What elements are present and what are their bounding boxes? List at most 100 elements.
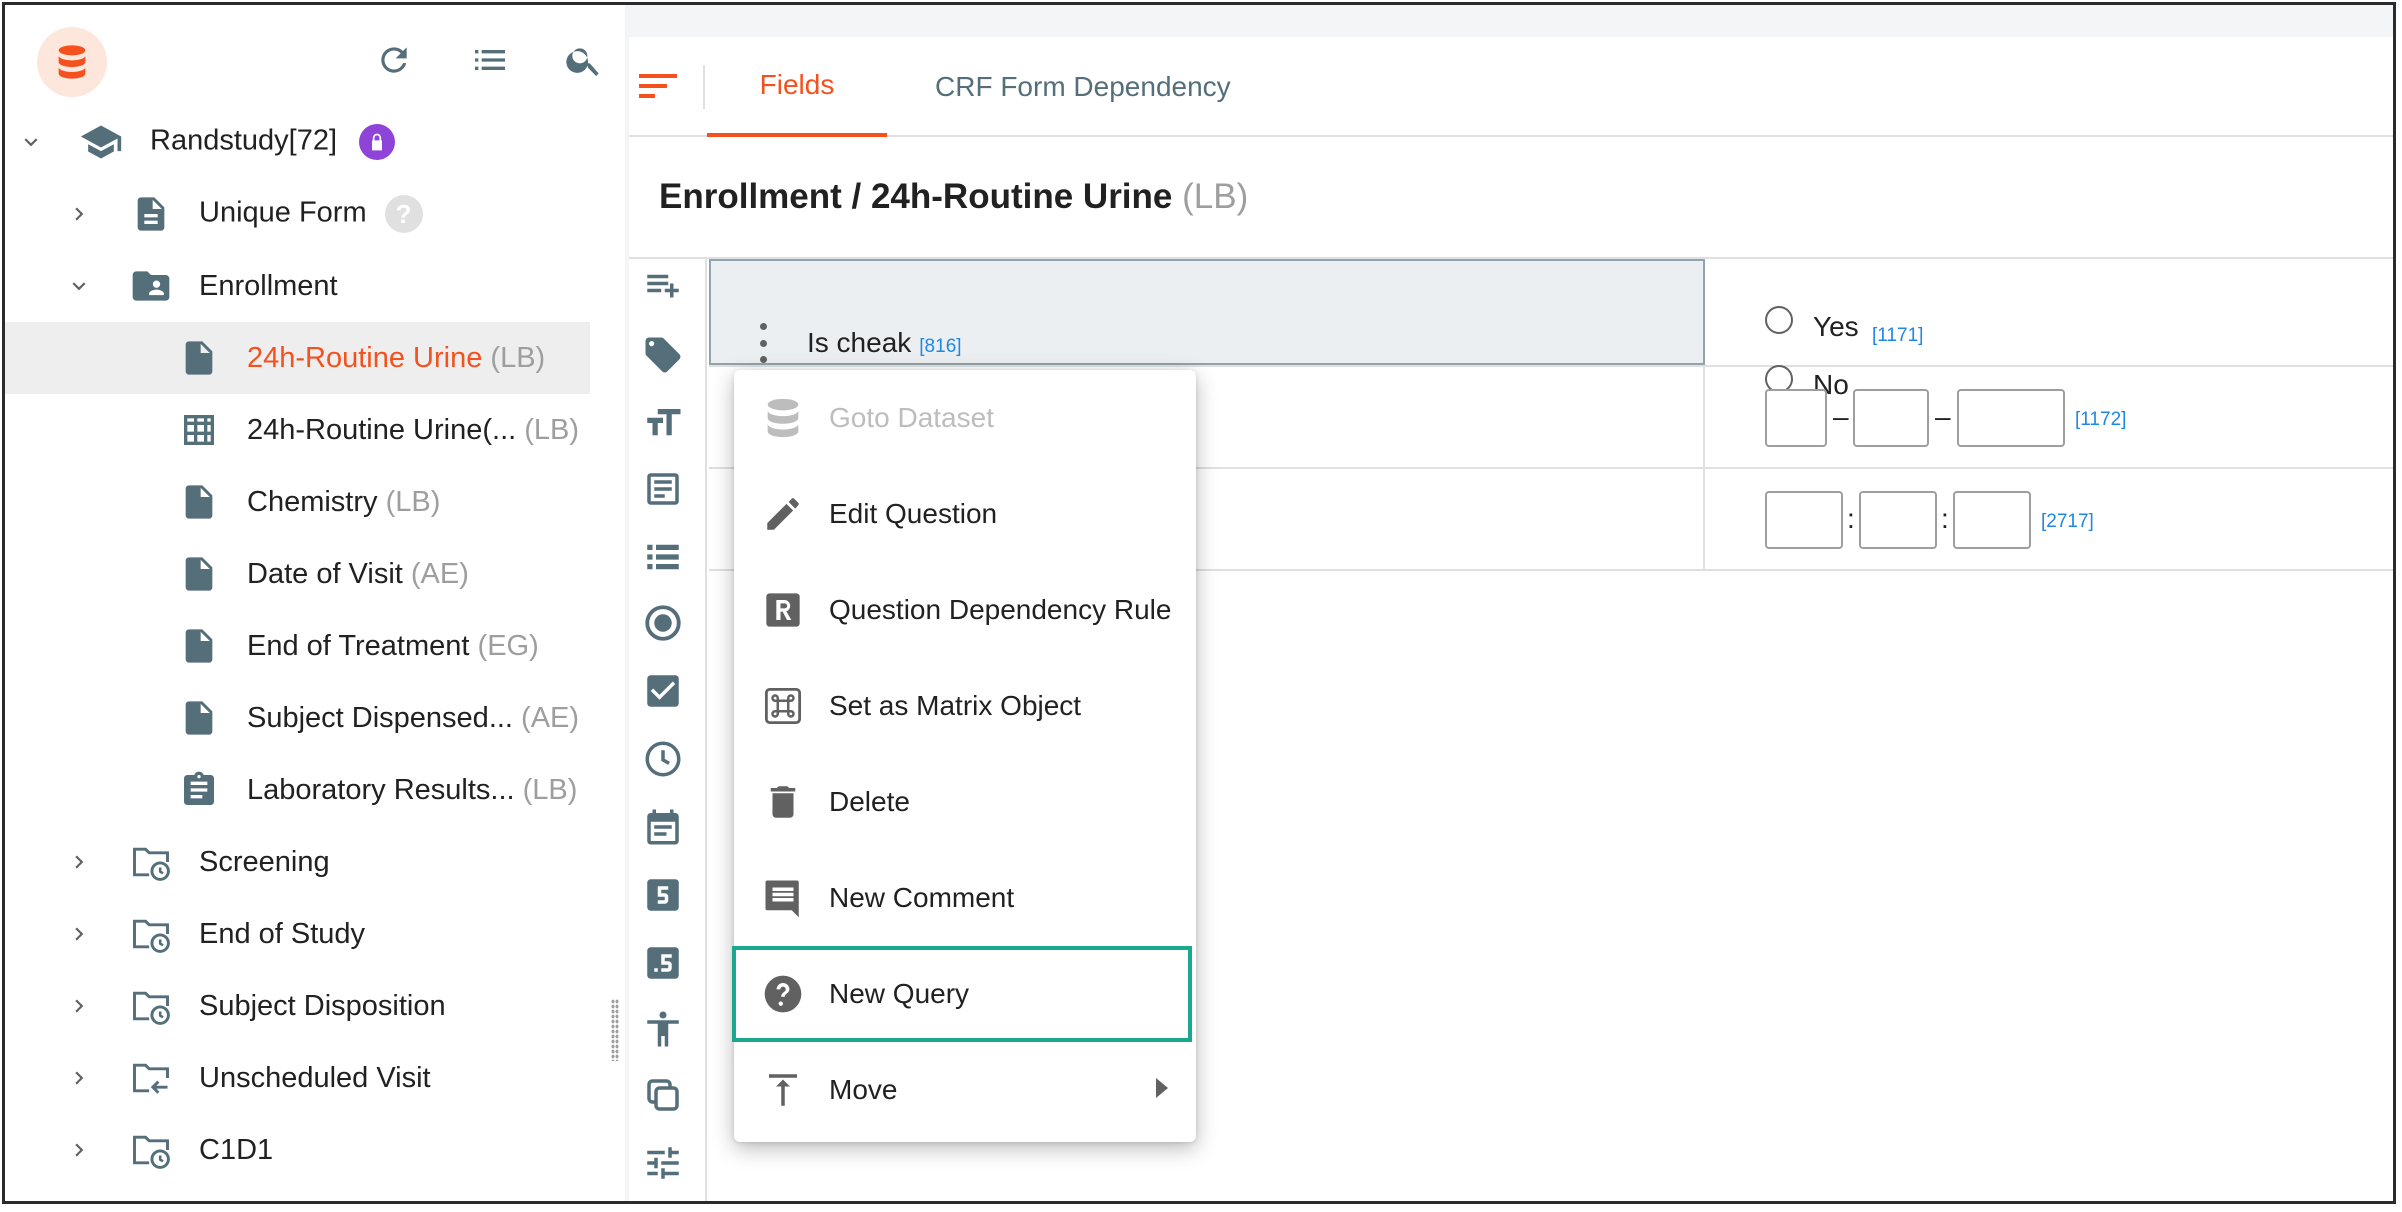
document-icon: [129, 192, 173, 236]
tree-item-visit[interactable]: Subject Disposition: [5, 970, 590, 1042]
chevron-right-icon[interactable]: [63, 846, 95, 878]
menu-item-move[interactable]: Move: [734, 1042, 1196, 1138]
form-document-icon: [177, 624, 221, 668]
pencil-icon: [760, 491, 806, 537]
form-document-icon: [177, 336, 221, 380]
form-document-icon: [177, 552, 221, 596]
folder-clock-icon: [129, 912, 173, 956]
menu-item-new-comment[interactable]: New Comment: [734, 850, 1196, 946]
time-separator: :: [1847, 503, 1855, 534]
resize-handle[interactable]: [611, 999, 619, 1061]
folder-clock-icon: [129, 1128, 173, 1172]
list-icon[interactable]: [639, 533, 687, 581]
sort-menu-icon[interactable]: [639, 71, 679, 101]
clock-icon[interactable]: [639, 735, 687, 783]
sliders-icon[interactable]: [639, 1139, 687, 1187]
time-hour-input[interactable]: [1765, 491, 1843, 549]
chevron-down-icon[interactable]: [15, 126, 47, 158]
tree-item-label: 24h-Routine Urine (LB): [247, 341, 546, 374]
tree-item-label: Date of Visit (AE): [247, 557, 469, 590]
tree-item-visit[interactable]: End of Study: [5, 898, 590, 970]
calendar-icon[interactable]: [639, 803, 687, 851]
time-separator: :: [1941, 503, 1949, 534]
radio-button[interactable]: [1765, 306, 1793, 334]
form-document-icon: [177, 696, 221, 740]
add-field-icon[interactable]: [639, 263, 687, 311]
date-year-input[interactable]: [1957, 389, 2065, 447]
database-icon: [760, 395, 806, 441]
menu-item-question-dependency-rule[interactable]: Question Dependency Rule: [734, 562, 1196, 658]
menu-item-new-query[interactable]: New Query: [732, 946, 1192, 1042]
chevron-right-icon[interactable]: [63, 1134, 95, 1166]
help-icon[interactable]: ?: [384, 195, 423, 233]
tree-item-form[interactable]: Date of Visit (AE): [5, 538, 590, 610]
tree-item-label: Unique Form?: [199, 195, 423, 233]
help-circle-icon: [760, 971, 806, 1017]
tree-item-form-selected[interactable]: 24h-Routine Urine (LB): [5, 322, 590, 394]
date-separator: –: [1935, 401, 1951, 432]
lock-icon: [359, 124, 396, 160]
tree-item-label: End of Treatment (EG): [247, 629, 539, 662]
date-month-input[interactable]: [1853, 389, 1929, 447]
menu-item-set-matrix-object[interactable]: Set as Matrix Object: [734, 658, 1196, 754]
tree-item-unique-form[interactable]: Unique Form?: [5, 178, 590, 250]
database-logo-icon: [58, 45, 86, 79]
tree-item-label: Subject Disposition: [199, 989, 446, 1022]
chevron-right-icon[interactable]: [63, 918, 95, 950]
chevron-down-icon[interactable]: [63, 270, 95, 302]
clipboard-icon: [177, 768, 221, 812]
text-size-icon[interactable]: [639, 399, 687, 447]
tree-item-study[interactable]: Randstudy[72]: [5, 106, 590, 178]
time-minute-input[interactable]: [1859, 491, 1937, 549]
tab-fields[interactable]: Fields: [707, 37, 887, 137]
tag-icon[interactable]: [639, 331, 687, 379]
chevron-right-icon[interactable]: [63, 990, 95, 1022]
number-icon[interactable]: [639, 871, 687, 919]
copy-icon[interactable]: [639, 1071, 687, 1119]
refresh-icon[interactable]: [371, 37, 417, 83]
date-day-input[interactable]: [1765, 389, 1827, 447]
menu-item-delete[interactable]: Delete: [734, 754, 1196, 850]
folder-arrow-icon: [129, 1056, 173, 1100]
time-second-input[interactable]: [1953, 491, 2031, 549]
tree-item-form[interactable]: Laboratory Results... (LB): [5, 754, 590, 826]
question-text: Is cheak [816]: [807, 327, 962, 358]
more-vertical-icon[interactable]: [755, 323, 771, 363]
radio-option-yes[interactable]: Yes: [1765, 297, 1859, 343]
field-id: [2717]: [2041, 511, 2094, 532]
text-area-icon[interactable]: [639, 465, 687, 513]
option-id: [1171]: [1872, 325, 1924, 346]
page-title: Enrollment / 24h-Routine Urine (LB): [659, 177, 1249, 216]
accessibility-icon[interactable]: [639, 1005, 687, 1053]
tree-item-label: End of Study: [199, 917, 366, 950]
folder-user-icon: [129, 264, 173, 308]
tree-item-label: Subject Dispensed... (AE): [247, 701, 580, 734]
tab-crf-form-dependency[interactable]: CRF Form Dependency: [935, 37, 1231, 137]
tree-item-label: Unscheduled Visit: [199, 1061, 431, 1094]
search-icon[interactable]: [561, 37, 607, 83]
list-view-icon[interactable]: [467, 37, 513, 83]
menu-item-edit-question[interactable]: Edit Question: [734, 466, 1196, 562]
tree-item-form[interactable]: 24h-Routine Urine(... (LB): [5, 394, 590, 466]
tree-item-visit[interactable]: Unscheduled Visit: [5, 1042, 590, 1114]
tree-item-visit[interactable]: C1D1: [5, 1114, 590, 1186]
tree-item-enrollment[interactable]: Enrollment: [5, 250, 590, 322]
chevron-right-icon[interactable]: [63, 198, 95, 230]
tree-item-form[interactable]: Subject Dispensed... (AE): [5, 682, 590, 754]
chevron-right-icon[interactable]: [63, 1062, 95, 1094]
app-logo[interactable]: [37, 27, 107, 97]
question-row[interactable]: Is cheak [816] Yes [1171] No: [709, 259, 2393, 400]
radio-button-icon[interactable]: [639, 599, 687, 647]
comment-icon: [760, 875, 806, 921]
question-cell[interactable]: Is cheak [816]: [709, 259, 1705, 365]
tree-item-form[interactable]: Chemistry (LB): [5, 466, 590, 538]
checkbox-icon[interactable]: [639, 667, 687, 715]
field-id: [1172]: [2075, 409, 2127, 430]
folder-clock-icon: [129, 984, 173, 1028]
tree-item-label: 24h-Routine Urine(... (LB): [247, 413, 580, 446]
submenu-arrow-icon: [1156, 1078, 1168, 1098]
decimal-icon[interactable]: [639, 939, 687, 987]
tree-item-form[interactable]: End of Treatment (EG): [5, 610, 590, 682]
menu-item-goto-dataset[interactable]: Goto Dataset: [734, 370, 1196, 466]
tree-item-visit[interactable]: Screening: [5, 826, 590, 898]
